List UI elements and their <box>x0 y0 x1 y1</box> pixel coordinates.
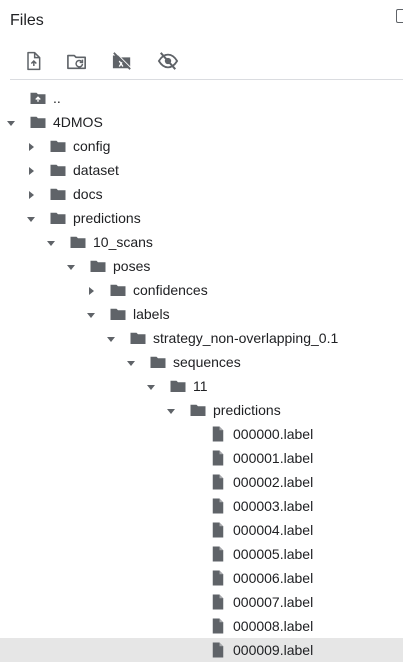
tree-item-label: 000006.label <box>233 570 314 586</box>
folder-item[interactable]: strategy_non-overlapping_0.1 <box>0 326 403 350</box>
file-icon <box>209 497 227 515</box>
eye-off-icon <box>157 52 179 70</box>
file-icon <box>209 521 227 539</box>
tree-item-label: dataset <box>73 162 119 178</box>
file-icon <box>209 425 227 443</box>
file-item[interactable]: 000008.label <box>0 614 403 638</box>
tree-item-label: confidences <box>133 282 208 298</box>
folder-icon <box>49 185 67 203</box>
tree-item-label: strategy_non-overlapping_0.1 <box>153 330 339 346</box>
upload-file-button[interactable] <box>20 48 46 74</box>
file-icon <box>209 545 227 563</box>
folder-item[interactable]: 4DMOS <box>0 110 403 134</box>
chevron-down-icon[interactable] <box>105 332 117 344</box>
folder-item[interactable]: 11 <box>0 374 403 398</box>
chevron-down-icon[interactable] <box>85 308 97 320</box>
tree-item-label: 000004.label <box>233 522 314 538</box>
tree-item-label: .. <box>53 90 61 106</box>
file-icon <box>209 473 227 491</box>
chevron-down-icon[interactable] <box>125 356 137 368</box>
tree-item-label: predictions <box>213 402 281 418</box>
file-icon <box>209 617 227 635</box>
folder-icon <box>189 401 207 419</box>
folder-item[interactable]: .. <box>0 86 403 110</box>
file-item[interactable]: 000005.label <box>0 542 403 566</box>
chevron-down-icon[interactable] <box>45 236 57 248</box>
tree-item-label: 4DMOS <box>53 114 103 130</box>
file-icon <box>209 449 227 467</box>
folder-icon <box>49 137 67 155</box>
toolbar-divider <box>10 79 403 80</box>
tree-item-label: 000009.label <box>233 642 314 658</box>
chevron-right-icon[interactable] <box>85 284 97 296</box>
tree-item-label: docs <box>73 186 103 202</box>
drive-off-icon <box>112 51 132 70</box>
mount-drive-button[interactable] <box>109 48 135 74</box>
parent-folder-icon <box>29 89 47 107</box>
folder-icon <box>29 113 47 131</box>
chevron-right-icon[interactable] <box>25 188 37 200</box>
tree-item-label: 000000.label <box>233 426 314 442</box>
file-icon <box>209 569 227 587</box>
tree-item-label: labels <box>133 306 170 322</box>
chevron-right-icon[interactable] <box>25 140 37 152</box>
folder-item[interactable]: predictions <box>0 398 403 422</box>
folder-item[interactable]: config <box>0 134 403 158</box>
file-item[interactable]: 000003.label <box>0 494 403 518</box>
chevron-down-icon[interactable] <box>5 116 17 128</box>
folder-item[interactable]: dataset <box>0 158 403 182</box>
folder-item[interactable]: docs <box>0 182 403 206</box>
upload-file-icon <box>27 51 41 71</box>
chevron-down-icon[interactable] <box>65 260 77 272</box>
file-item[interactable]: 000009.label <box>0 638 403 662</box>
refresh-folder-button[interactable] <box>64 48 90 74</box>
folder-item[interactable]: poses <box>0 254 403 278</box>
folder-icon <box>109 281 127 299</box>
tree-item-label: 000002.label <box>233 474 314 490</box>
tree-item-label: 000007.label <box>233 594 314 610</box>
tree-item-label: config <box>73 138 111 154</box>
folder-icon <box>169 377 187 395</box>
file-item[interactable]: 000006.label <box>0 566 403 590</box>
tree-item-label: 000001.label <box>233 450 314 466</box>
chevron-right-icon[interactable] <box>25 164 37 176</box>
file-icon <box>209 641 227 659</box>
tree-item-label: 000003.label <box>233 498 314 514</box>
folder-icon <box>129 329 147 347</box>
tree-item-label: 11 <box>193 378 208 394</box>
file-item[interactable]: 000001.label <box>0 446 403 470</box>
file-item[interactable]: 000004.label <box>0 518 403 542</box>
expand-window-icon[interactable] <box>396 9 403 23</box>
folder-icon <box>109 305 127 323</box>
folder-refresh-icon <box>67 54 86 70</box>
panel-title: Files <box>10 12 44 29</box>
folder-item[interactable]: labels <box>0 302 403 326</box>
tree-item-label: poses <box>113 258 151 274</box>
file-item[interactable]: 000002.label <box>0 470 403 494</box>
file-item[interactable]: 000007.label <box>0 590 403 614</box>
tree-item-label: 10_scans <box>93 234 153 250</box>
file-item[interactable]: 000000.label <box>0 422 403 446</box>
folder-icon <box>49 161 67 179</box>
tree-item-label: 000008.label <box>233 618 314 634</box>
folder-item[interactable]: confidences <box>0 278 403 302</box>
tree-item-label: sequences <box>173 354 241 370</box>
panel-header: Files <box>0 0 403 42</box>
folder-icon <box>69 233 87 251</box>
folder-icon <box>89 257 107 275</box>
folder-item[interactable]: predictions <box>0 206 403 230</box>
folder-item[interactable]: sequences <box>0 350 403 374</box>
chevron-down-icon[interactable] <box>25 212 37 224</box>
tree-item-label: predictions <box>73 210 141 226</box>
chevron-down-icon[interactable] <box>165 404 177 416</box>
file-toolbar <box>0 45 403 77</box>
file-icon <box>209 593 227 611</box>
tree-item-label: 000005.label <box>233 546 314 562</box>
folder-item[interactable]: 10_scans <box>0 230 403 254</box>
folder-icon <box>49 209 67 227</box>
folder-icon <box>149 353 167 371</box>
chevron-down-icon[interactable] <box>145 380 157 392</box>
toggle-hidden-files-button[interactable] <box>155 48 181 74</box>
